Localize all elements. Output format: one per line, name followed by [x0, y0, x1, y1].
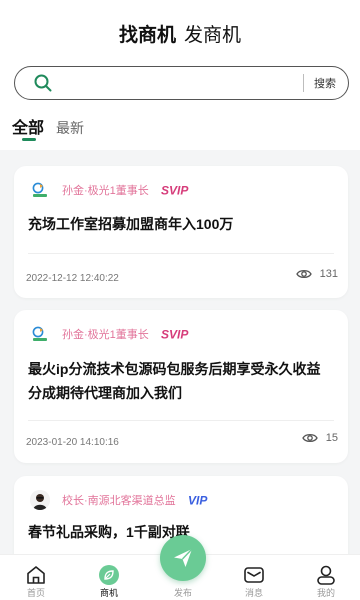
svip-badge: SVIP	[161, 184, 189, 198]
views-count: 131	[319, 268, 338, 280]
post-title[interactable]: 最火ip分流技术包源码包服务后期享受永久收益分成期待代理商加入我们	[28, 357, 334, 405]
search-button[interactable]: 搜索	[304, 75, 348, 91]
search-icon	[34, 74, 52, 92]
svip-badge-text: SVIP	[161, 328, 189, 342]
eye-icon	[295, 269, 312, 279]
avatar	[30, 490, 50, 510]
nav-opportunity-label: 商机	[99, 588, 118, 598]
post-time: 2023-01-20 14:10:16	[26, 437, 119, 448]
post-author: 孙金·极光1董事长 SVIP	[30, 180, 195, 200]
avatar	[30, 180, 50, 200]
post-views: 131	[295, 268, 338, 280]
post-card[interactable]: 孙金·极光1董事长 SVIP 充场工作室招募加盟商年入100万 2022-12-…	[14, 166, 348, 298]
nav-mine[interactable]: 我的	[301, 555, 351, 600]
svip-badge-text: SVIP	[161, 184, 189, 198]
author-name[interactable]: 孙金·极光1董事长	[62, 182, 149, 198]
eye-icon	[302, 433, 318, 443]
post-author: 孙金·极光1董事长 SVIP	[30, 324, 195, 344]
vip-badge: VIP	[188, 494, 208, 508]
post-views: 15	[302, 432, 338, 444]
post-card[interactable]: 孙金·极光1董事长 SVIP 最火ip分流技术包源码包服务后期享受永久收益分成期…	[14, 310, 348, 463]
tab-find-opportunity[interactable]: 找商机	[119, 20, 176, 47]
envelope-icon	[244, 567, 264, 583]
nav-messages-label: 消息	[244, 588, 263, 598]
paper-plane-icon	[174, 548, 193, 567]
svip-badge: SVIP	[161, 328, 189, 342]
nav-mine-label: 我的	[316, 588, 335, 598]
vip-badge-text: VIP	[188, 494, 208, 508]
views-count: 15	[325, 432, 338, 444]
author-name[interactable]: 孙金·极光1董事长	[62, 326, 149, 342]
search-bar: 搜索	[14, 66, 349, 100]
header-tabs: 找商机 发商机	[0, 20, 360, 47]
home-icon	[27, 566, 45, 584]
nav-home[interactable]: 首页	[11, 555, 61, 600]
app-root: 找商机 发商机 搜索 全部 最新 孙金·极光1董事长 SVIP 充场工作室招募加…	[0, 0, 360, 600]
nav-home-label: 首页	[26, 588, 45, 598]
nav-publish-label: 发布	[173, 588, 192, 598]
filter-latest[interactable]: 最新	[56, 118, 84, 138]
post-author: 校长·南源北客渠道总监 VIP	[30, 490, 214, 510]
tab-post-opportunity[interactable]: 发商机	[184, 20, 241, 47]
post-time: 2022-12-12 12:40:22	[26, 273, 119, 284]
nav-messages[interactable]: 消息	[229, 555, 279, 600]
filter-tabs: 全部 最新	[12, 114, 84, 141]
card-divider	[28, 420, 334, 421]
avatar	[30, 324, 50, 344]
leaf-icon	[99, 565, 119, 585]
author-name[interactable]: 校长·南源北客渠道总监	[62, 492, 176, 508]
card-divider	[28, 253, 334, 254]
filter-all[interactable]: 全部	[12, 114, 44, 141]
nav-opportunity[interactable]: 商机	[84, 555, 134, 600]
publish-button[interactable]	[160, 535, 206, 581]
person-icon	[317, 565, 335, 585]
post-title[interactable]: 充场工作室招募加盟商年入100万	[28, 212, 334, 236]
search-input[interactable]	[61, 75, 303, 91]
top-bar: 找商机 发商机 搜索 全部 最新	[0, 0, 360, 150]
